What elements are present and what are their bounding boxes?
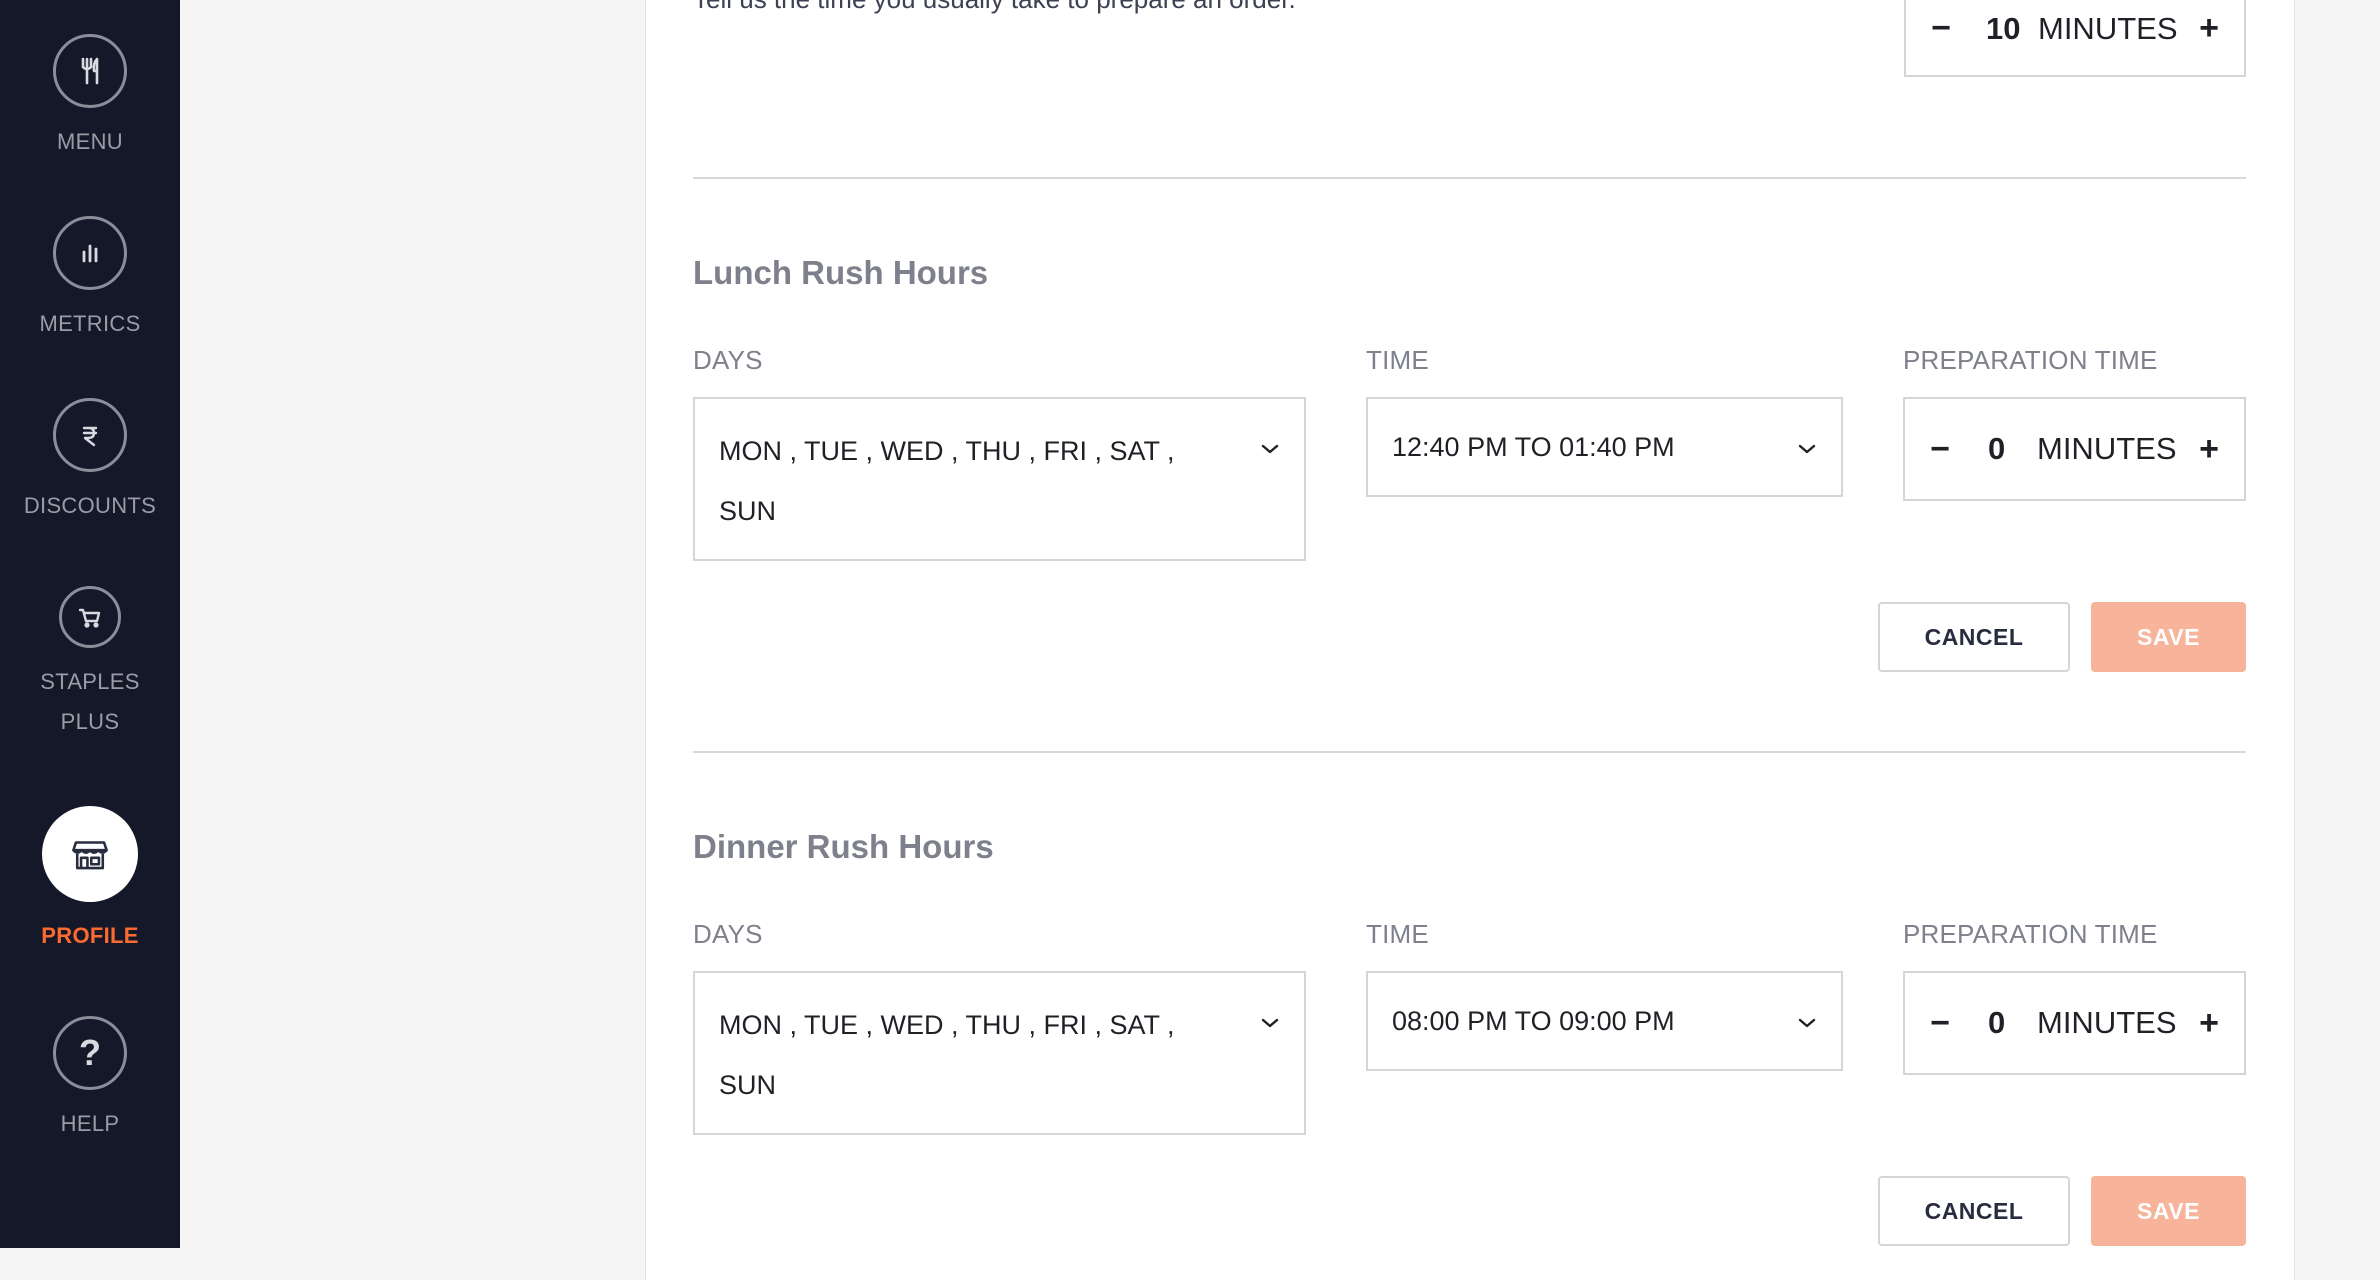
dinner-prep-label: PREPARATION TIME: [1903, 919, 2158, 949]
decrement-button[interactable]: −: [1915, 973, 1965, 1073]
lunch-save-button[interactable]: SAVE: [2091, 602, 2246, 672]
dinner-time-select[interactable]: 08:00 PM TO 09:00 PM: [1366, 971, 1843, 1071]
lunch-time-select[interactable]: 12:40 PM TO 01:40 PM: [1366, 397, 1843, 497]
chevron-down-icon: [1261, 444, 1279, 454]
section-divider: [693, 177, 2246, 179]
sidebar-item-staples-plus[interactable]: STAPLES PLUS: [0, 586, 180, 742]
sidebar-item-help[interactable]: ? HELP: [0, 1016, 180, 1144]
stepper-value: 0: [1988, 1005, 2006, 1040]
chevron-down-icon: [1798, 444, 1816, 454]
decrement-button[interactable]: −: [1915, 399, 1965, 499]
days-value-line1: MON , TUE , WED , THU , FRI , SAT ,: [719, 436, 1175, 466]
question-icon: ?: [53, 1016, 127, 1090]
dinner-days-value: MON , TUE , WED , THU , FRI , SAT , SUN: [719, 995, 1239, 1115]
rupee-icon: [53, 398, 127, 472]
dinner-days-label: DAYS: [693, 919, 763, 949]
days-value-line1: MON , TUE , WED , THU , FRI , SAT ,: [719, 1010, 1175, 1040]
sidebar-item-label: DISCOUNTS: [23, 493, 157, 518]
lunch-days-select[interactable]: MON , TUE , WED , THU , FRI , SAT , SUN: [693, 397, 1306, 561]
sidebar-item-label-line1: STAPLES: [40, 669, 140, 694]
sidebar-item-label: MENU: [57, 129, 123, 154]
dinner-time-label: TIME: [1366, 919, 1429, 949]
increment-button[interactable]: +: [2184, 399, 2234, 499]
default-prep-time-stepper[interactable]: − 10 MINUTES +: [1904, 0, 2246, 77]
decrement-button[interactable]: −: [1916, 0, 1966, 75]
increment-button[interactable]: +: [2184, 973, 2234, 1073]
stepper-unit: MINUTES: [2037, 431, 2177, 466]
increment-button[interactable]: +: [2184, 0, 2234, 75]
dinner-time-value: 08:00 PM TO 09:00 PM: [1392, 1006, 1675, 1036]
dinner-section-title: Dinner Rush Hours: [693, 828, 994, 865]
section-divider: [693, 751, 2246, 753]
sidebar-item-label: METRICS: [39, 311, 141, 336]
prep-time-description: Tell us the time you usually take to pre…: [693, 0, 1296, 15]
storefront-icon: [42, 806, 138, 902]
cart-icon: [59, 586, 121, 648]
sidebar-item-metrics[interactable]: METRICS: [0, 216, 180, 344]
sidebar-item-label-line2: PLUS: [60, 709, 120, 734]
sidebar-item-menu[interactable]: MENU: [0, 34, 180, 162]
stepper-unit: MINUTES: [2037, 1005, 2177, 1040]
days-value-line2: SUN: [719, 496, 777, 526]
sidebar-item-label: HELP: [60, 1111, 120, 1136]
lunch-prep-time-stepper[interactable]: − 0 MINUTES +: [1903, 397, 2246, 501]
sidebar-item-label: STAPLES PLUS: [20, 662, 160, 742]
sidebar: MENU METRICS DISCOUNTS STAPLES PLUS PROF…: [0, 0, 180, 1248]
sidebar-item-profile[interactable]: PROFILE: [0, 806, 180, 956]
lunch-days-value: MON , TUE , WED , THU , FRI , SAT , SUN: [719, 421, 1239, 541]
lunch-days-label: DAYS: [693, 345, 763, 375]
sidebar-item-label: PROFILE: [41, 923, 139, 948]
chevron-down-icon: [1261, 1018, 1279, 1028]
bar-chart-icon: [53, 216, 127, 290]
lunch-section-title: Lunch Rush Hours: [693, 254, 989, 291]
lunch-time-label: TIME: [1366, 345, 1429, 375]
stepper-value: 10: [1986, 10, 2021, 46]
dinner-save-button[interactable]: SAVE: [2091, 1176, 2246, 1246]
chevron-down-icon: [1798, 1018, 1816, 1028]
dinner-days-select[interactable]: MON , TUE , WED , THU , FRI , SAT , SUN: [693, 971, 1306, 1135]
sidebar-item-discounts[interactable]: DISCOUNTS: [0, 398, 180, 526]
dinner-cancel-button[interactable]: CANCEL: [1878, 1176, 2070, 1246]
lunch-time-value: 12:40 PM TO 01:40 PM: [1392, 432, 1675, 462]
stepper-unit: MINUTES: [2038, 10, 2178, 46]
fork-knife-icon: [53, 34, 127, 108]
dinner-prep-time-stepper[interactable]: − 0 MINUTES +: [1903, 971, 2246, 1075]
stepper-value: 0: [1988, 431, 2006, 466]
lunch-cancel-button[interactable]: CANCEL: [1878, 602, 2070, 672]
lunch-prep-label: PREPARATION TIME: [1903, 345, 2158, 375]
days-value-line2: SUN: [719, 1070, 777, 1100]
